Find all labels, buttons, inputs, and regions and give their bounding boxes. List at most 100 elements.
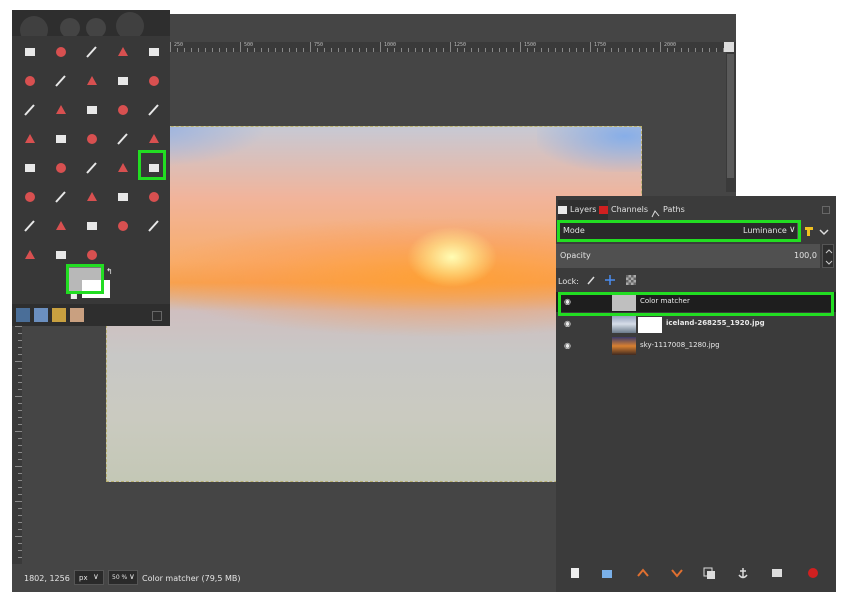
ruler-tick — [401, 48, 402, 52]
lock-pixels-icon[interactable] — [586, 275, 596, 287]
ruler-tick — [18, 459, 22, 460]
opacity-slider[interactable]: Opacity 100,0 — [556, 244, 820, 268]
airbrush-icon[interactable] — [84, 189, 100, 205]
cage-icon[interactable] — [22, 160, 38, 176]
free-select-icon[interactable] — [84, 44, 100, 60]
pencil-icon[interactable] — [53, 189, 69, 205]
layers-dock: Layers Channels Paths Mode Luminance ∨ O… — [556, 196, 836, 592]
raise-layer-icon[interactable] — [636, 566, 650, 580]
ruler-tick — [170, 42, 171, 52]
zoom-select[interactable]: 50 % ∨ — [108, 570, 138, 585]
ruler-tick — [597, 48, 598, 52]
scrollbar-thumb[interactable] — [727, 54, 734, 178]
lower-layer-icon[interactable] — [670, 566, 684, 580]
anchor-layer-icon[interactable] — [736, 566, 750, 580]
ruler-tick — [226, 48, 227, 52]
ruler-tick — [177, 48, 178, 52]
by-color-select-icon[interactable] — [146, 44, 162, 60]
unified-transform-icon[interactable] — [146, 102, 162, 118]
ruler-tick — [639, 48, 640, 52]
clone-icon[interactable] — [53, 218, 69, 234]
ruler-tick — [506, 48, 507, 52]
dock-menu-icon[interactable] — [822, 206, 830, 214]
eraser-icon[interactable] — [115, 189, 131, 205]
ruler-tick — [18, 340, 22, 341]
tool-options-tab-icon[interactable] — [16, 308, 30, 322]
flip-icon[interactable] — [115, 131, 131, 147]
measure-icon[interactable] — [22, 102, 38, 118]
scissors-icon[interactable] — [53, 73, 69, 89]
mypaint-icon[interactable] — [22, 218, 38, 234]
ruler-tick — [625, 48, 626, 52]
color-picker-icon[interactable] — [146, 73, 162, 89]
dock-menu-icon[interactable] — [152, 311, 162, 321]
layer-row[interactable]: ◉ iceland-268255_1920.jpg — [556, 314, 836, 334]
perspective-clone-icon[interactable] — [115, 218, 131, 234]
rotate-icon[interactable] — [53, 131, 69, 147]
eye-icon[interactable]: ◉ — [564, 342, 574, 350]
ruler-tick — [18, 550, 22, 551]
layer-mask-icon[interactable] — [770, 566, 784, 580]
burn-icon[interactable] — [84, 247, 100, 263]
undo-history-tab-icon[interactable] — [52, 308, 66, 322]
crop-icon[interactable] — [22, 73, 38, 89]
ruler-tick — [18, 438, 22, 439]
ruler-tick — [674, 48, 675, 52]
tab-label: Layers — [570, 205, 597, 214]
shear-icon[interactable] — [146, 131, 162, 147]
perspective-icon[interactable] — [84, 131, 100, 147]
ruler-tick — [18, 473, 22, 474]
vertical-ruler[interactable] — [12, 326, 22, 564]
layer-row[interactable]: ◉ sky-1117008_1280.jpg — [556, 336, 836, 356]
chevron-down-icon: ∨ — [129, 572, 135, 581]
smudge-icon[interactable] — [22, 247, 38, 263]
move-icon[interactable] — [53, 102, 69, 118]
unit-select[interactable]: px ∨ — [74, 570, 104, 585]
new-layer-icon[interactable] — [568, 566, 582, 580]
lock-alpha-icon[interactable] — [626, 275, 636, 285]
ruler-tick — [338, 48, 339, 52]
ruler-tick — [18, 445, 22, 446]
paths-icon[interactable] — [115, 73, 131, 89]
composite-mode-button[interactable] — [802, 222, 832, 240]
layer-name: iceland-268255_1920.jpg — [666, 319, 765, 327]
ruler-tick — [15, 431, 22, 432]
channels-icon — [599, 206, 608, 214]
lock-position-icon[interactable] — [604, 274, 616, 288]
handle-transform-icon[interactable] — [53, 160, 69, 176]
fuzzy-select-icon[interactable] — [115, 44, 131, 60]
images-tab-icon[interactable] — [70, 308, 84, 322]
vertical-scrollbar[interactable] — [726, 42, 736, 192]
swap-colors-icon[interactable]: ↰ — [106, 268, 114, 276]
warp-icon[interactable] — [22, 131, 38, 147]
blur-icon[interactable] — [146, 218, 162, 234]
text-icon[interactable] — [84, 160, 100, 176]
opacity-label: Opacity — [560, 251, 591, 260]
opacity-spinner[interactable] — [822, 244, 834, 268]
foreground-select-icon[interactable] — [84, 73, 100, 89]
heal-icon[interactable] — [84, 218, 100, 234]
delete-layer-icon[interactable] — [806, 566, 820, 580]
ruler-tick — [212, 48, 213, 52]
highlight-box — [138, 150, 166, 180]
device-status-tab-icon[interactable] — [34, 308, 48, 322]
ruler-tick — [520, 42, 521, 52]
transform-icon[interactable] — [115, 102, 131, 118]
new-layer-group-icon[interactable] — [600, 566, 614, 580]
ruler-tick — [18, 480, 22, 481]
paintbrush-icon[interactable] — [22, 189, 38, 205]
tab-label: Paths — [663, 205, 685, 214]
eye-icon[interactable]: ◉ — [564, 320, 574, 328]
tab-paths[interactable]: Paths — [651, 200, 703, 220]
bucket-fill-icon[interactable] — [115, 160, 131, 176]
ink-icon[interactable] — [146, 189, 162, 205]
ruler-tick — [534, 48, 535, 52]
navigate-button[interactable] — [724, 42, 734, 52]
ruler-tick — [667, 48, 668, 52]
duplicate-layer-icon[interactable] — [702, 566, 716, 580]
dodge-icon[interactable] — [53, 247, 69, 263]
horizontal-ruler[interactable]: 250 500 750 1000 1250 1500 1750 2000 — [170, 42, 726, 52]
rect-select-icon[interactable] — [22, 44, 38, 60]
ellipse-select-icon[interactable] — [53, 44, 69, 60]
align-icon[interactable] — [84, 102, 100, 118]
